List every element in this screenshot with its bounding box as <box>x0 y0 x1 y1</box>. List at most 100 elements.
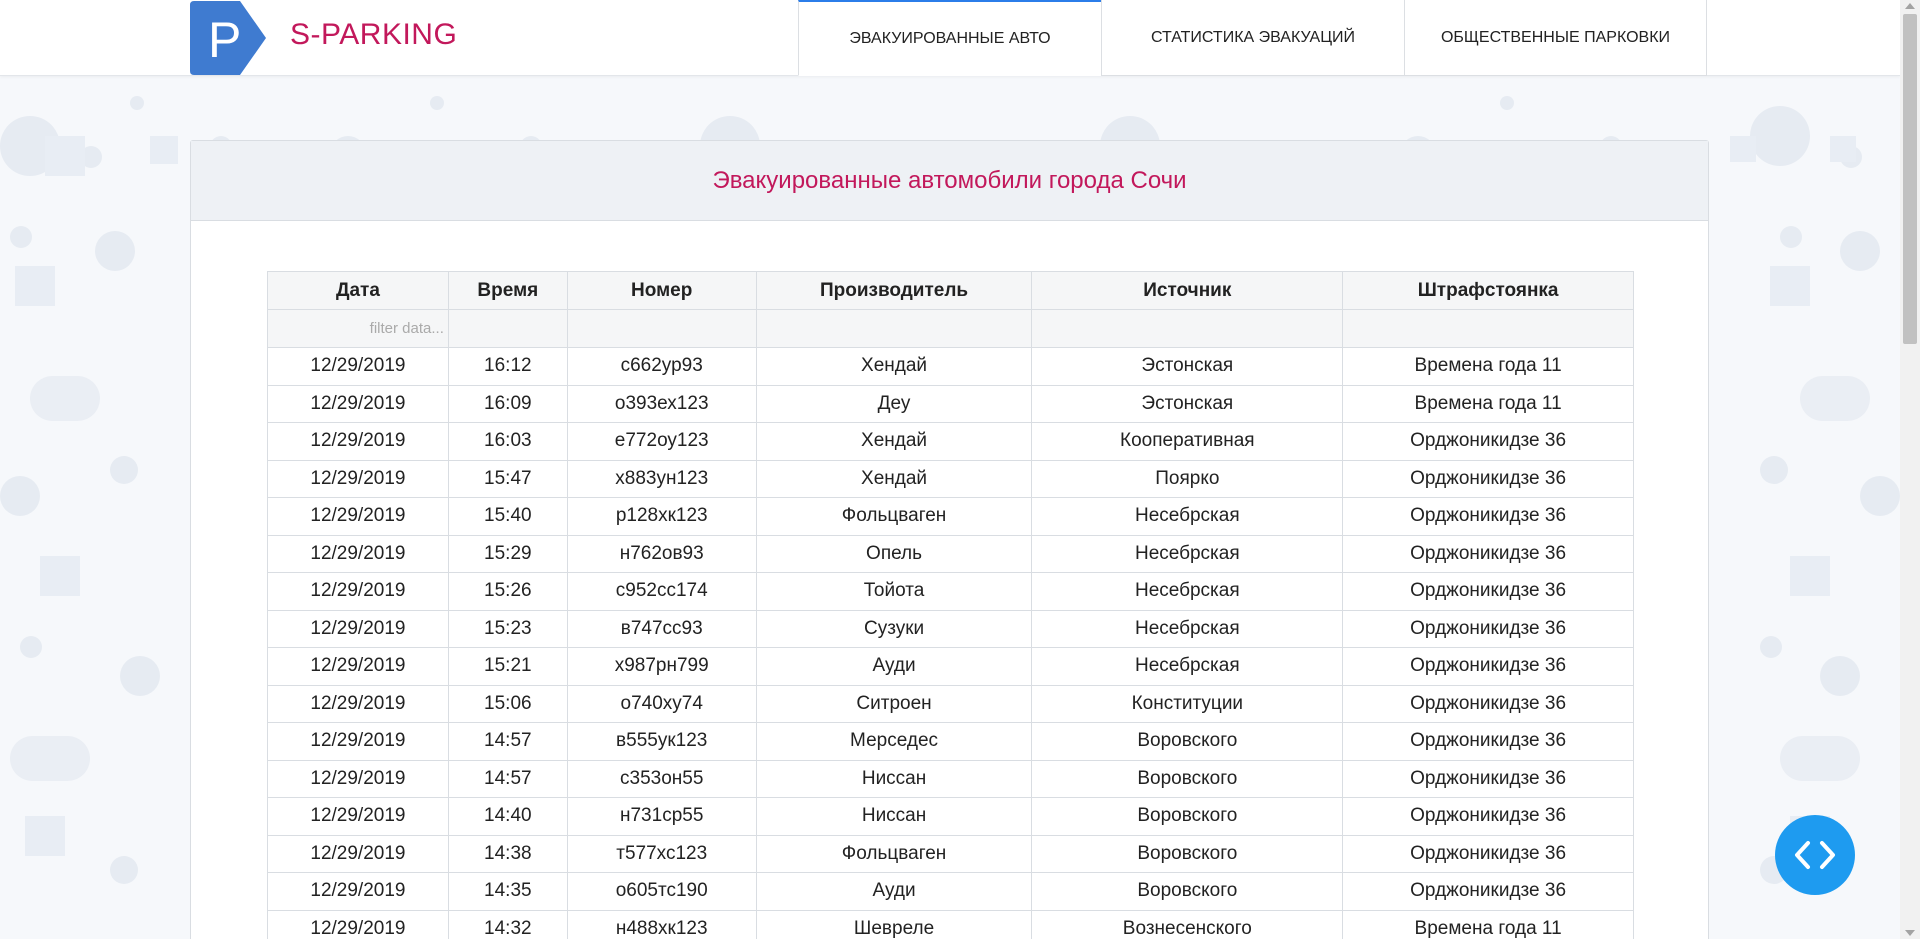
table-row[interactable]: 12/29/2019 15:26 с952сс174 Тойота Несебрская… <box>267 572 1634 611</box>
filter-cell-time[interactable] <box>447 309 568 348</box>
cell-manufacturer: Хендай <box>755 459 1033 498</box>
background-decoration <box>30 376 100 421</box>
tab-evacuated-cars[interactable]: ЭВАКУИРОВАННЫЕ АВТО <box>798 0 1101 76</box>
logo-letter: P <box>208 12 241 68</box>
background-decoration <box>1790 556 1830 596</box>
table-row[interactable]: 12/29/2019 16:03 е772оу123 Хендай Кооператив… <box>267 422 1634 461</box>
cell-manufacturer: Фольцваген <box>755 497 1033 536</box>
background-decoration <box>40 556 80 596</box>
table-row[interactable]: 12/29/2019 14:40 н731ср55 Ниссан Воровского О… <box>267 797 1634 836</box>
filter-cell-plate[interactable] <box>566 309 757 348</box>
cell-impound-lot: Орджоникидзе 36 <box>1342 759 1634 798</box>
background-decoration <box>1860 476 1900 516</box>
background-decoration <box>1780 736 1860 781</box>
cell-manufacturer: Опель <box>755 534 1033 573</box>
cell-time: 15:23 <box>447 609 568 648</box>
column-header-source[interactable]: Источник <box>1031 271 1344 310</box>
filter-cell-source[interactable] <box>1031 309 1344 348</box>
tab-label: ЭВАКУИРОВАННЫЕ АВТО <box>849 29 1051 47</box>
cell-date: 12/29/2019 <box>267 572 449 611</box>
date-filter-input[interactable] <box>268 310 448 347</box>
column-header-plate[interactable]: Номер <box>566 271 757 310</box>
tab-public-parking[interactable]: ОБЩЕСТВЕННЫЕ ПАРКОВКИ <box>1404 0 1707 76</box>
cell-plate: о393ех123 <box>566 384 757 423</box>
table-header-row: Дата Время Номер Производитель Источник … <box>267 271 1634 310</box>
column-header-impound-lot[interactable]: Штрафстоянка <box>1342 271 1634 310</box>
cell-impound-lot: Орджоникидзе 36 <box>1342 722 1634 761</box>
cell-plate: х883ун123 <box>566 459 757 498</box>
cell-plate: с662ур93 <box>566 347 757 386</box>
column-header-time[interactable]: Время <box>447 271 568 310</box>
cell-plate: о605тс190 <box>566 872 757 911</box>
cell-date: 12/29/2019 <box>267 797 449 836</box>
logo-icon[interactable]: P <box>190 1 266 75</box>
cell-source: Эстонская <box>1031 347 1344 386</box>
background-decoration <box>150 136 178 164</box>
cell-source: Воровского <box>1031 834 1344 873</box>
table-row[interactable]: 12/29/2019 14:32 н488хк123 Шевреле Вознесенс… <box>267 909 1634 939</box>
table-row[interactable]: 12/29/2019 14:38 т577хс123 Фольцваген Воровс… <box>267 834 1634 873</box>
cell-source: Вознесенского <box>1031 909 1344 939</box>
table-row[interactable]: 12/29/2019 15:47 х883ун123 Хендай Поярко Ордж… <box>267 459 1634 498</box>
cell-manufacturer: Ниссан <box>755 797 1033 836</box>
background-decoration <box>1730 136 1756 162</box>
brand-name[interactable]: S-PARKING <box>290 18 457 52</box>
tab-evacuation-stats[interactable]: СТАТИСТИКА ЭВАКУАЦИЙ <box>1101 0 1404 76</box>
cell-source: Конституции <box>1031 684 1344 723</box>
cell-time: 16:03 <box>447 422 568 461</box>
scroll-down-arrow-icon[interactable] <box>1905 930 1915 936</box>
cell-manufacturer: Тойота <box>755 572 1033 611</box>
cell-time: 15:21 <box>447 647 568 686</box>
table-row[interactable]: 12/29/2019 15:23 в747сс93 Сузуки Несебрская О… <box>267 609 1634 648</box>
cell-impound-lot: Орджоникидзе 36 <box>1342 609 1634 648</box>
background-decoration <box>1820 656 1860 696</box>
cell-time: 15:06 <box>447 684 568 723</box>
cell-impound-lot: Орджоникидзе 36 <box>1342 534 1634 573</box>
table-row[interactable]: 12/29/2019 14:35 о605тс190 Ауди Воровского Ор… <box>267 872 1634 911</box>
cell-time: 14:57 <box>447 759 568 798</box>
table-row[interactable]: 12/29/2019 15:21 х987рн799 Ауди Несебрская Ор… <box>267 647 1634 686</box>
cell-manufacturer: Мерседес <box>755 722 1033 761</box>
cell-source: Несебрская <box>1031 497 1344 536</box>
table-row[interactable]: 12/29/2019 16:09 о393ех123 Деу Эстонская Врем… <box>267 384 1634 423</box>
cell-source: Воровского <box>1031 722 1344 761</box>
column-header-manufacturer[interactable]: Производитель <box>755 271 1033 310</box>
cell-impound-lot: Времена года 11 <box>1342 384 1634 423</box>
table-row[interactable]: 12/29/2019 14:57 с353он55 Ниссан Воровского О… <box>267 759 1634 798</box>
cell-plate: с952сс174 <box>566 572 757 611</box>
scrollbar-thumb[interactable] <box>1903 14 1917 344</box>
background-decoration <box>430 96 444 110</box>
cell-plate: т577хс123 <box>566 834 757 873</box>
filter-cell-manufacturer[interactable] <box>755 309 1033 348</box>
filter-cell-impound-lot[interactable] <box>1342 309 1634 348</box>
vertical-scrollbar[interactable] <box>1900 0 1920 939</box>
cell-time: 15:26 <box>447 572 568 611</box>
table-row[interactable]: 12/29/2019 15:06 о740ху74 Ситроен Конституци… <box>267 684 1634 723</box>
background-decoration <box>130 96 144 110</box>
filter-cell-date <box>267 309 449 348</box>
background-decoration <box>25 816 65 856</box>
background-decoration <box>120 656 160 696</box>
table-row[interactable]: 12/29/2019 15:29 н762ов93 Опель Несебрская Ор… <box>267 534 1634 573</box>
code-button[interactable] <box>1775 815 1855 895</box>
cell-impound-lot: Орджоникидзе 36 <box>1342 422 1634 461</box>
table-row[interactable]: 12/29/2019 14:57 в555ук123 Мерседес Воровско… <box>267 722 1634 761</box>
cell-manufacturer: Ауди <box>755 872 1033 911</box>
table-row[interactable]: 12/29/2019 15:40 р128хк123 Фольцваген Несебр… <box>267 497 1634 536</box>
background-decoration <box>10 736 90 781</box>
cell-time: 14:38 <box>447 834 568 873</box>
background-decoration <box>1760 636 1782 658</box>
background-decoration <box>1750 106 1810 166</box>
cell-time: 15:29 <box>447 534 568 573</box>
code-brackets-icon <box>1795 841 1835 869</box>
background-decoration <box>20 636 42 658</box>
background-decoration <box>1760 456 1788 484</box>
background-decoration <box>0 476 40 516</box>
main-nav: ЭВАКУИРОВАННЫЕ АВТО СТАТИСТИКА ЭВАКУАЦИЙ… <box>798 0 1707 76</box>
scroll-up-arrow-icon[interactable] <box>1905 3 1915 9</box>
top-navbar: P S-PARKING ЭВАКУИРОВАННЫЕ АВТО СТАТИСТИ… <box>0 0 1900 76</box>
column-header-date[interactable]: Дата <box>267 271 449 310</box>
table-row[interactable]: 12/29/2019 16:12 с662ур93 Хендай Эстонская Вр… <box>267 347 1634 386</box>
cell-manufacturer: Шевреле <box>755 909 1033 939</box>
tab-label: ОБЩЕСТВЕННЫЕ ПАРКОВКИ <box>1440 28 1671 46</box>
